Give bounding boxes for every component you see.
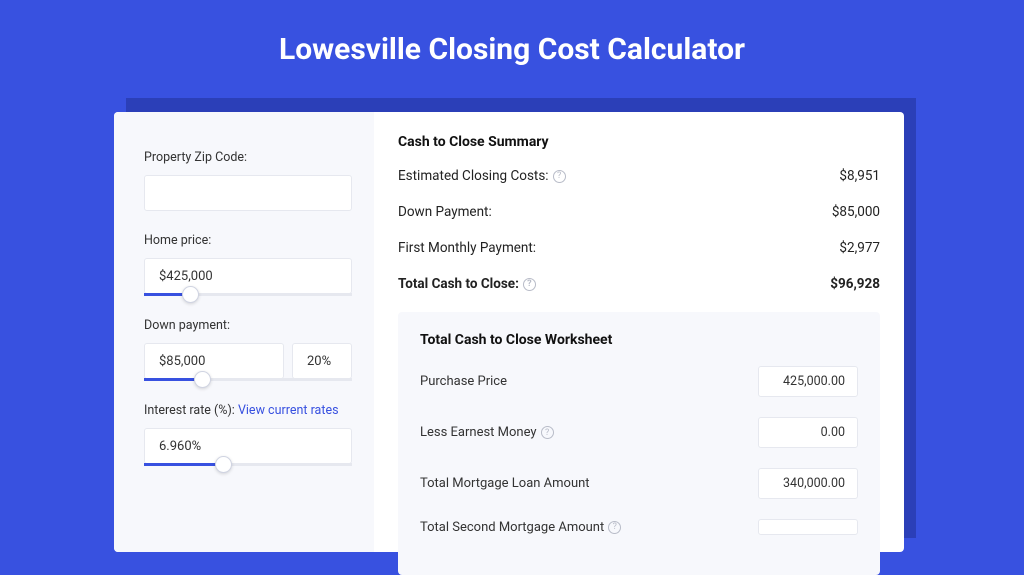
worksheet-row: Less Earnest Money? 0.00 [420,417,858,448]
summary-row-label: Estimated Closing Costs:? [398,168,566,184]
interest-slider-fill [144,463,223,466]
interest-slider[interactable] [144,463,352,466]
worksheet-panel: Total Cash to Close Worksheet Purchase P… [398,312,880,575]
summary-row: First Monthly Payment: $2,977 [398,240,880,256]
view-rates-link[interactable]: View current rates [238,403,339,418]
worksheet-row-value[interactable]: 425,000.00 [758,366,858,397]
summary-row: Down Payment: $85,000 [398,204,880,220]
zip-label: Property Zip Code: [144,150,352,165]
interest-label-text: Interest rate (%): [144,403,238,418]
home-price-label: Home price: [144,233,352,248]
zip-input[interactable] [144,175,352,211]
down-payment-pct-input[interactable]: 20% [292,343,352,379]
worksheet-row: Total Mortgage Loan Amount 340,000.00 [420,468,858,499]
worksheet-row-label: Purchase Price [420,374,507,389]
home-price-slider[interactable] [144,293,352,296]
worksheet-row-value[interactable]: 340,000.00 [758,468,858,499]
results-column: Cash to Close Summary Estimated Closing … [374,112,904,552]
worksheet-row-label: Total Second Mortgage Amount? [420,520,621,535]
summary-heading: Cash to Close Summary [398,134,880,150]
worksheet-list: Purchase Price 425,000.00 Less Earnest Mon… [420,366,858,535]
field-zip: Property Zip Code: [144,150,352,211]
down-payment-slider-thumb[interactable] [194,371,211,388]
help-icon[interactable]: ? [523,278,536,291]
summary-row-value: $2,977 [839,240,880,256]
help-icon[interactable]: ? [553,170,566,183]
page-title: Lowesville Closing Cost Calculator [0,0,1024,87]
worksheet-row: Total Second Mortgage Amount? [420,519,858,535]
home-price-slider-thumb[interactable] [182,286,199,303]
home-price-input[interactable]: $425,000 [144,258,352,294]
summary-row-label: Total Cash to Close:? [398,276,536,292]
down-payment-label: Down payment: [144,318,352,333]
calculator-card: Property Zip Code: Home price: $425,000 … [114,112,904,552]
summary-row-value: $85,000 [832,204,880,220]
summary-list: Estimated Closing Costs:? $8,951 Down Paym… [398,168,880,292]
field-interest-rate: Interest rate (%): View current rates 6.… [144,403,352,466]
interest-input[interactable]: 6.960% [144,428,352,464]
help-icon[interactable]: ? [541,426,554,439]
summary-row-label: Down Payment: [398,204,492,220]
worksheet-row-label: Less Earnest Money? [420,425,554,440]
field-home-price: Home price: $425,000 [144,233,352,296]
worksheet-row-label: Total Mortgage Loan Amount [420,476,590,491]
worksheet-row-value[interactable] [758,519,858,535]
down-payment-slider[interactable] [144,378,352,381]
down-payment-input[interactable]: $85,000 [144,343,284,379]
inputs-column: Property Zip Code: Home price: $425,000 … [114,112,374,552]
summary-row-value: $8,951 [839,168,880,184]
summary-row-value: $96,928 [830,276,880,292]
summary-row: Estimated Closing Costs:? $8,951 [398,168,880,184]
interest-label: Interest rate (%): View current rates [144,403,352,418]
interest-slider-thumb[interactable] [215,456,232,473]
help-icon[interactable]: ? [608,521,621,534]
worksheet-heading: Total Cash to Close Worksheet [420,332,858,348]
summary-row-label: First Monthly Payment: [398,240,536,256]
worksheet-row-value[interactable]: 0.00 [758,417,858,448]
field-down-payment: Down payment: $85,000 20% [144,318,352,381]
worksheet-row: Purchase Price 425,000.00 [420,366,858,397]
summary-row: Total Cash to Close:? $96,928 [398,276,880,292]
